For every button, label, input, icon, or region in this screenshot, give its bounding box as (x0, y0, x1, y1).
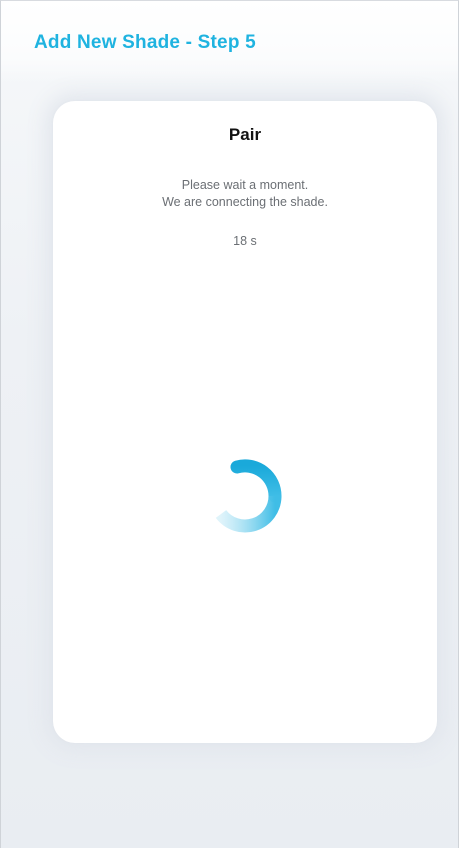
pair-card: Pair Please wait a moment. We are connec… (53, 101, 437, 743)
loading-spinner-icon (215, 459, 282, 533)
status-message-line-2: We are connecting the shade. (162, 195, 328, 209)
app-screen: Add New Shade - Step 5 Pair Please wait … (0, 0, 459, 848)
card-title: Pair (228, 125, 262, 144)
countdown-timer: 18 s (233, 234, 257, 248)
status-message: Please wait a moment. We are connecting … (53, 177, 437, 211)
page-title: Add New Shade - Step 5 (34, 32, 256, 53)
status-message-line-1: Please wait a moment. (181, 178, 309, 192)
header-bar: Add New Shade - Step 5 (1, 1, 458, 83)
